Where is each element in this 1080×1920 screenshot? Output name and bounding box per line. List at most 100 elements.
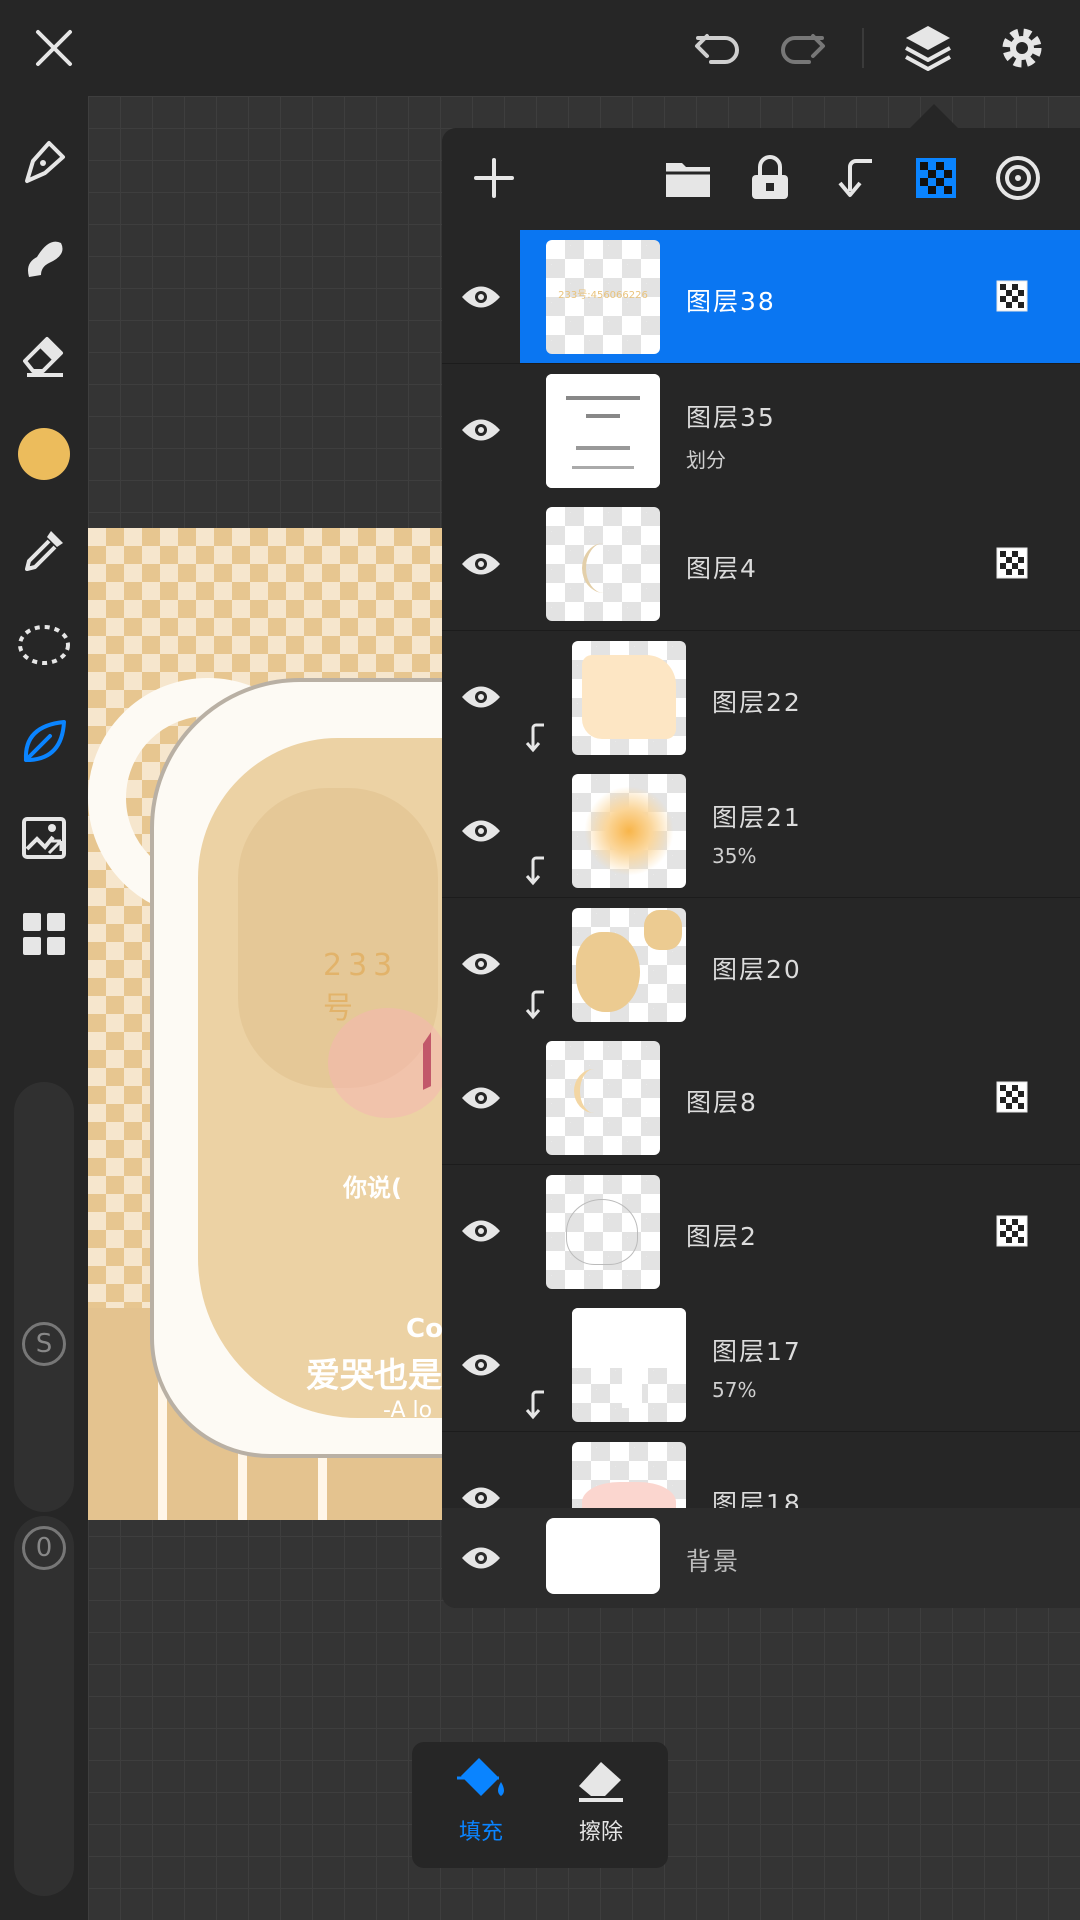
layer-name: 图层4	[686, 554, 758, 583]
size-label: S	[35, 1329, 53, 1359]
folder-icon[interactable]	[660, 150, 716, 206]
alpha-lock-icon[interactable]	[908, 150, 964, 206]
layer-row[interactable]: 233号:456066226 图层38	[442, 230, 1080, 364]
layer-row[interactable]: 图层8	[442, 1031, 1080, 1165]
layer-thumbnail: 233号:456066226	[546, 240, 660, 354]
image-import-icon[interactable]	[14, 808, 74, 868]
redo-icon[interactable]	[772, 18, 832, 78]
size-knob[interactable]: S	[22, 1322, 66, 1366]
alpha-lock-icon[interactable]	[996, 1215, 1028, 1247]
alpha-lock-icon[interactable]	[996, 1081, 1028, 1113]
layer-row[interactable]: 图层4	[442, 497, 1080, 631]
layer-thumbnail	[572, 774, 686, 888]
eye-icon[interactable]	[442, 1298, 520, 1431]
brush-icon[interactable]	[14, 132, 74, 192]
close-icon[interactable]	[24, 18, 84, 78]
clip-arrow-icon	[524, 990, 546, 1024]
eye-icon[interactable]	[442, 764, 520, 897]
opacity-knob[interactable]: 0	[22, 1526, 66, 1570]
layer-name: 图层17	[712, 1337, 802, 1366]
layer-thumbnail	[572, 640, 686, 755]
layer-row[interactable]: 图层2	[442, 1164, 1080, 1299]
background-thumbnail	[546, 1518, 660, 1594]
paint-bucket-icon	[457, 1758, 504, 1796]
canvas-text: 233 号	[323, 948, 399, 1026]
lasso-icon[interactable]	[14, 616, 74, 676]
layers-icon[interactable]	[898, 18, 958, 78]
layer-row[interactable]: 图层18	[442, 1431, 1080, 1509]
clip-arrow-icon	[524, 856, 546, 890]
gear-icon[interactable]	[992, 18, 1052, 78]
eye-icon[interactable]	[442, 898, 520, 1031]
lock-icon[interactable]	[742, 150, 798, 206]
clipping-mask-icon[interactable]	[826, 150, 882, 206]
eraser-icon	[579, 1762, 623, 1802]
fill-erase-bar: 填充 擦除	[412, 1742, 668, 1868]
layer-row[interactable]: 图层35 划分	[442, 363, 1080, 498]
canvas-text: 你说(	[343, 1174, 402, 1202]
eyedropper-icon[interactable]	[14, 520, 74, 580]
canvas-text: -A lo	[383, 1398, 433, 1423]
background-layer-name: 背景	[686, 1547, 741, 1576]
eraser-icon[interactable]	[14, 326, 74, 386]
layer-subtitle: 划分	[686, 447, 726, 472]
layer-subtitle: 35%	[712, 844, 757, 868]
layer-name: 图层35	[686, 402, 776, 432]
drawing-canvas[interactable]: 233 号 你说( 爱哭也是 -A lo Co	[88, 528, 448, 1520]
layers-panel: 233号:456066226 图层38 图层35 划分 图层4 图层22 图层21 35% 图层…	[442, 128, 1080, 1608]
layer-thumbnail	[572, 1308, 686, 1422]
eye-icon[interactable]	[442, 497, 520, 630]
layer-thumbnail	[546, 1041, 660, 1155]
target-icon[interactable]	[990, 150, 1046, 206]
layer-thumbnail	[546, 507, 660, 621]
layers-panel-header	[442, 128, 1080, 228]
canvas-text: Co	[406, 1314, 443, 1344]
opacity-label: 0	[35, 1533, 53, 1563]
layer-subtitle: 57%	[712, 1378, 757, 1402]
layer-name: 图层18	[712, 1488, 802, 1509]
layer-name: 图层2	[686, 1221, 758, 1251]
erase-label: 擦除	[578, 1820, 623, 1845]
panel-pointer	[910, 104, 958, 128]
eye-icon[interactable]	[442, 230, 520, 363]
left-toolbar: S 0	[0, 96, 88, 1920]
layer-row[interactable]: 图层21 35%	[442, 764, 1080, 898]
layer-name: 图层38	[686, 287, 776, 316]
background-layer-row[interactable]: 背景	[442, 1508, 1080, 1608]
opacity-slider[interactable]: 0	[14, 1516, 74, 1896]
layers-list[interactable]: 233号:456066226 图层38 图层35 划分 图层4 图层22 图层21 35% 图层…	[442, 230, 1080, 1508]
eye-icon[interactable]	[442, 1432, 520, 1508]
layer-row[interactable]: 图层17 57%	[442, 1298, 1080, 1432]
canvas-text: 爱哭也是	[306, 1356, 442, 1396]
top-bar	[0, 0, 1080, 96]
clip-arrow-icon	[524, 1390, 546, 1424]
eye-icon[interactable]	[442, 1508, 520, 1608]
undo-icon[interactable]	[688, 18, 748, 78]
layer-thumbnail	[546, 1174, 660, 1289]
layer-name: 图层21	[712, 803, 802, 832]
leaf-brush-icon[interactable]	[14, 712, 74, 772]
eye-icon[interactable]	[442, 1165, 520, 1298]
brush-size-slider[interactable]: S	[14, 1082, 74, 1512]
grid-menu-icon[interactable]	[14, 904, 74, 964]
eye-icon[interactable]	[442, 631, 520, 764]
alpha-lock-icon[interactable]	[996, 280, 1028, 312]
layer-name: 图层8	[686, 1088, 758, 1117]
layer-name: 图层20	[712, 954, 802, 984]
alpha-lock-icon[interactable]	[996, 547, 1028, 579]
layer-thumbnail	[572, 1441, 686, 1508]
eye-icon[interactable]	[442, 1031, 520, 1164]
toolbar-divider	[862, 28, 864, 68]
color-swatch[interactable]	[14, 424, 74, 484]
erase-button[interactable]: 擦除	[546, 1752, 656, 1862]
fill-button[interactable]: 填充	[426, 1752, 536, 1862]
fill-label: 填充	[458, 1820, 503, 1845]
smudge-icon[interactable]	[14, 228, 74, 288]
add-layer-icon[interactable]	[466, 150, 522, 206]
layer-row[interactable]: 图层20	[442, 897, 1080, 1032]
clip-arrow-icon	[524, 723, 546, 757]
eye-icon[interactable]	[442, 364, 520, 497]
layer-row[interactable]: 图层22	[442, 630, 1080, 765]
layer-thumbnail	[546, 373, 660, 488]
layer-name: 图层22	[712, 687, 802, 717]
